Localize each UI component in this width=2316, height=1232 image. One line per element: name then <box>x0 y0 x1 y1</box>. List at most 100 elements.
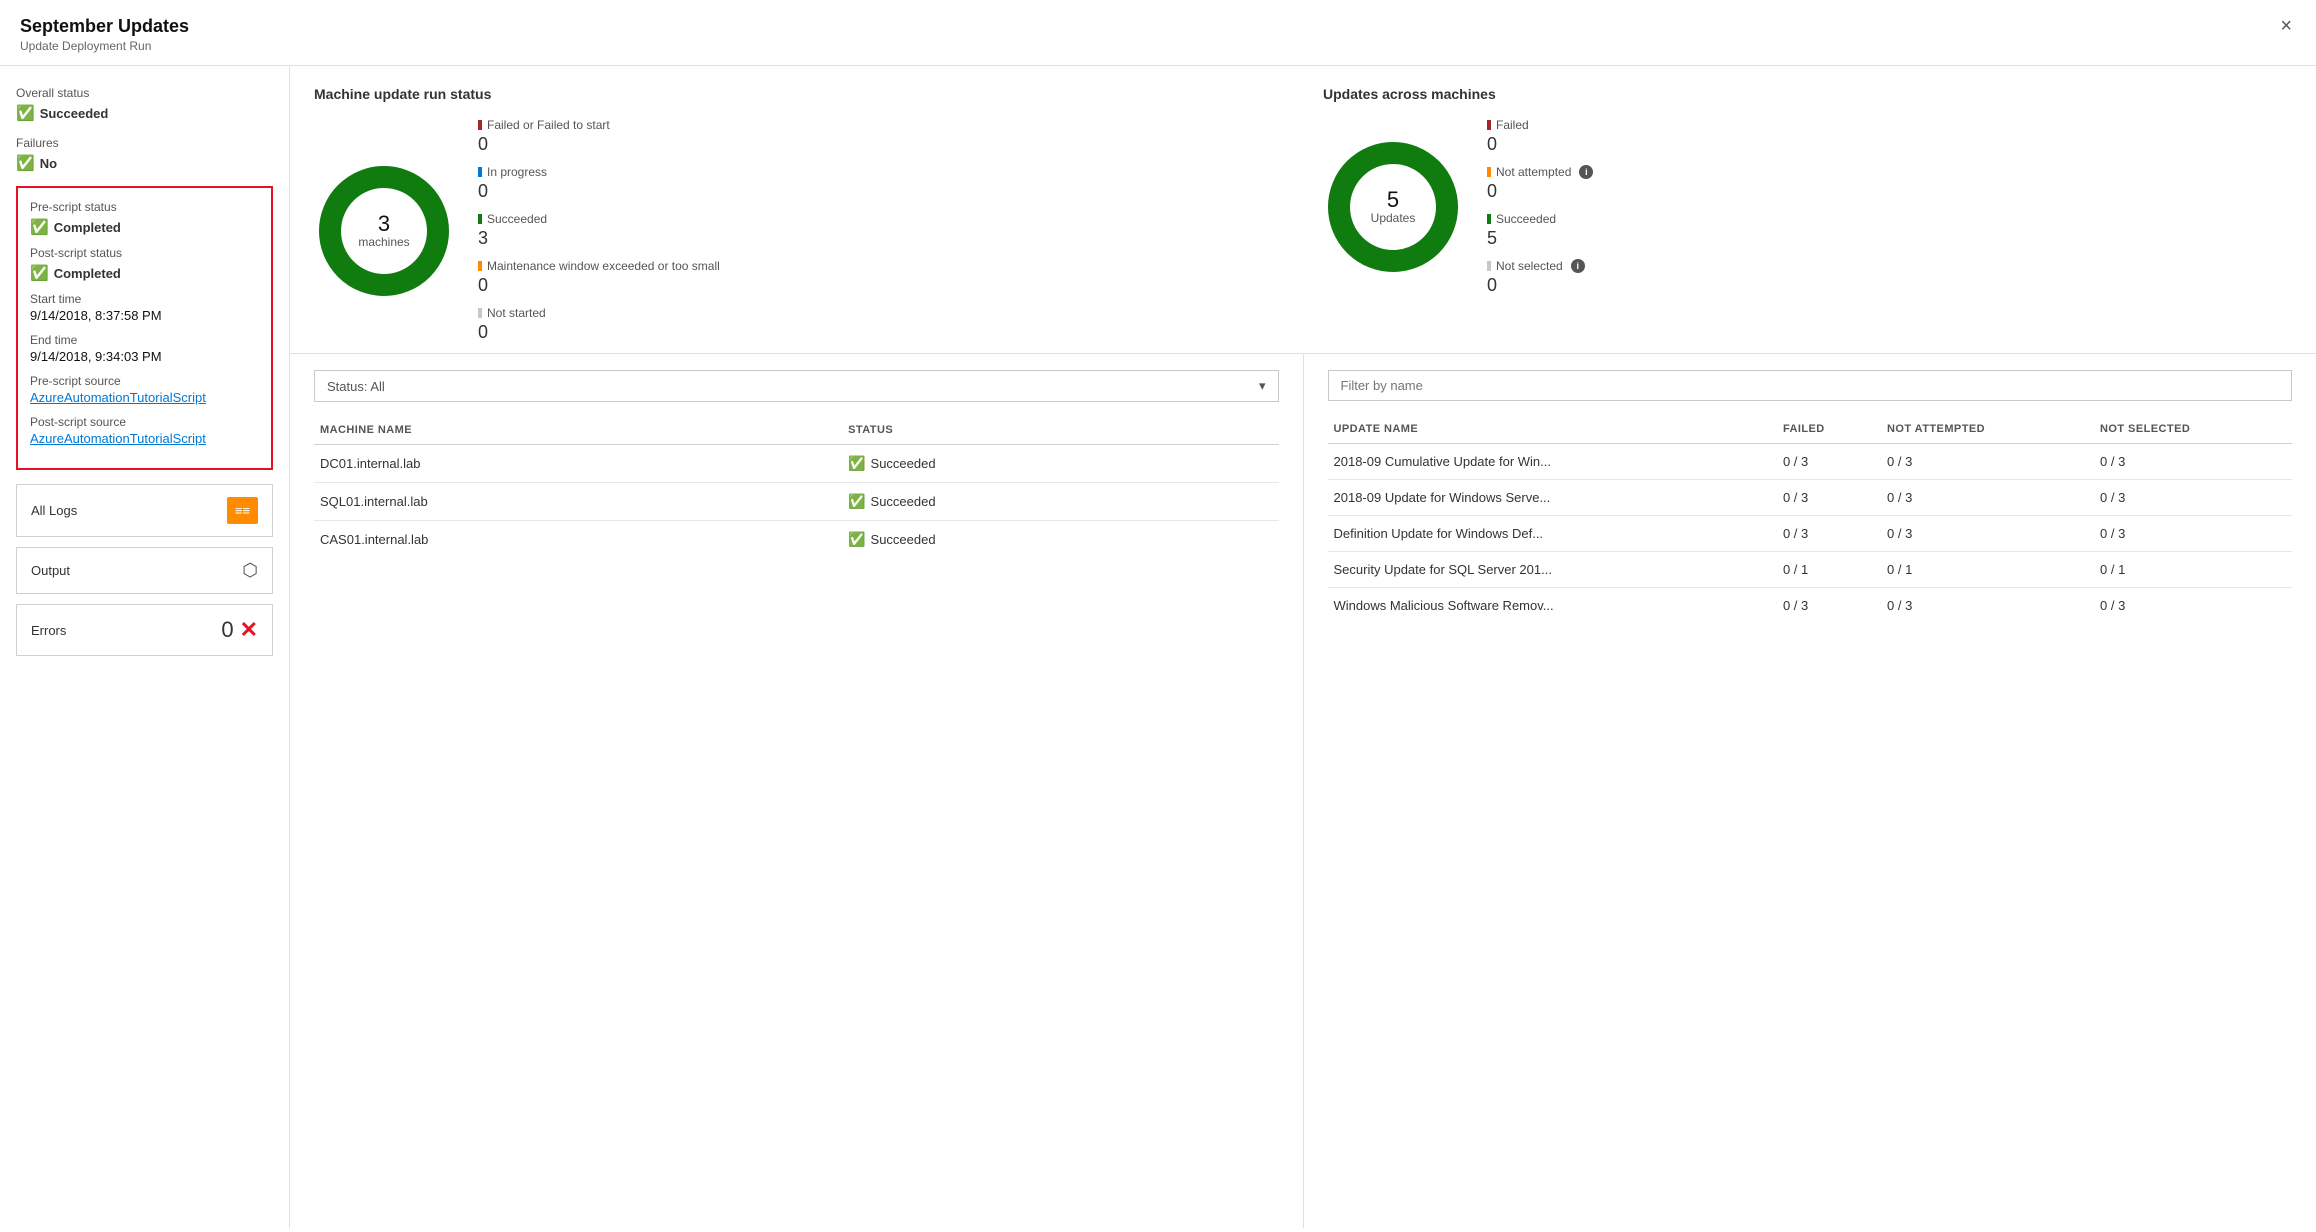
post-script-text: Completed <box>54 266 121 281</box>
legend-item: Not attemptedi 0 <box>1487 165 1593 202</box>
updates-table-col: FAILED <box>1777 415 1881 444</box>
machine-status: ✅ Succeeded <box>842 445 1278 483</box>
legend-label: Not started <box>478 306 720 320</box>
table-row: Security Update for SQL Server 201... 0 … <box>1328 552 2293 588</box>
pre-script-value: ✅ Completed <box>30 218 259 236</box>
legend-item: Succeeded 5 <box>1487 212 1593 249</box>
filter-by-name-input[interactable] <box>1328 370 2293 401</box>
overall-status-label: Overall status <box>16 86 273 100</box>
status-dropdown-label: Status: All <box>327 379 385 394</box>
legend-bar <box>478 308 482 318</box>
legend-label: Maintenance window exceeded or too small <box>478 259 720 273</box>
legend-bar <box>1487 120 1491 130</box>
status-text: Succeeded <box>871 494 936 509</box>
pre-script-status-section: Pre-script status ✅ Completed <box>30 200 259 236</box>
status-text: Succeeded <box>871 456 936 471</box>
legend-item: Not started 0 <box>478 306 720 343</box>
updates-donut: 5 Updates <box>1323 137 1463 277</box>
info-icon[interactable]: i <box>1571 259 1585 273</box>
post-script-source-link[interactable]: AzureAutomationTutorialScript <box>30 431 259 446</box>
updates-table-section: UPDATE NAMEFAILEDNOT ATTEMPTEDNOT SELECT… <box>1303 354 2316 1228</box>
machine-name: DC01.internal.lab <box>314 445 842 483</box>
failures-value: ✅ No <box>16 154 273 172</box>
machine-chart-container: 3 machines Failed or Failed to start 0 I… <box>314 118 1283 343</box>
overall-status-text: Succeeded <box>40 106 109 121</box>
pre-script-source-link[interactable]: AzureAutomationTutorialScript <box>30 390 259 405</box>
legend-label: Succeeded <box>1487 212 1593 226</box>
post-script-label: Post-script status <box>30 246 259 260</box>
update-name: 2018-09 Update for Windows Serve... <box>1328 480 1777 516</box>
table-row: 2018-09 Cumulative Update for Win... 0 /… <box>1328 444 2293 480</box>
machine-name: SQL01.internal.lab <box>314 483 842 521</box>
errors-card[interactable]: Errors 0 ✕ <box>16 604 273 656</box>
update-failed: 0 / 3 <box>1777 444 1881 480</box>
end-time-label: End time <box>30 333 259 347</box>
post-script-value: ✅ Completed <box>30 264 259 282</box>
legend-label: Succeeded <box>478 212 720 226</box>
left-panel: Overall status ✅ Succeeded Failures ✅ No… <box>0 66 290 1228</box>
table-row: 2018-09 Update for Windows Serve... 0 / … <box>1328 480 2293 516</box>
table-row: SQL01.internal.lab ✅ Succeeded <box>314 483 1279 521</box>
legend-value: 0 <box>1487 134 1593 155</box>
table-row: Windows Malicious Software Remov... 0 / … <box>1328 588 2293 624</box>
failures-section: Failures ✅ No <box>16 136 273 172</box>
updates-table-col: NOT SELECTED <box>2094 415 2292 444</box>
legend-label: Failed or Failed to start <box>478 118 720 132</box>
machine-name: CAS01.internal.lab <box>314 521 842 559</box>
update-not-selected: 0 / 3 <box>2094 444 2292 480</box>
all-logs-icon: ≡≡ <box>227 497 258 524</box>
legend-value: 5 <box>1487 228 1593 249</box>
update-failed: 0 / 3 <box>1777 480 1881 516</box>
pre-script-source-row: Pre-script source AzureAutomationTutoria… <box>30 374 259 405</box>
check-icon-post: ✅ <box>30 264 49 282</box>
all-logs-card[interactable]: All Logs ≡≡ <box>16 484 273 537</box>
legend-item: In progress 0 <box>478 165 720 202</box>
updates-chart-title: Updates across machines <box>1323 86 2292 102</box>
end-time-row: End time 9/14/2018, 9:34:03 PM <box>30 333 259 364</box>
legend-value: 0 <box>1487 275 1593 296</box>
pre-script-text: Completed <box>54 220 121 235</box>
machine-chart-title: Machine update run status <box>314 86 1283 102</box>
legend-item: Maintenance window exceeded or too small… <box>478 259 720 296</box>
legend-value: 0 <box>478 275 720 296</box>
output-card[interactable]: Output ⬡ <box>16 547 273 594</box>
update-not-selected: 0 / 3 <box>2094 516 2292 552</box>
page-subtitle: Update Deployment Run <box>20 39 189 53</box>
legend-label: Failed <box>1487 118 1593 132</box>
overall-status-section: Overall status ✅ Succeeded <box>16 86 273 122</box>
tables-row: Status: All ▾ MACHINE NAME STATUS DC01.i… <box>290 354 2316 1228</box>
update-not-attempted: 0 / 3 <box>1881 444 2094 480</box>
legend-bar <box>1487 261 1491 271</box>
updates-donut-svg <box>1323 137 1463 277</box>
update-not-attempted: 0 / 3 <box>1881 516 2094 552</box>
legend-value: 0 <box>478 181 720 202</box>
start-time-label: Start time <box>30 292 259 306</box>
close-button[interactable]: × <box>2276 16 2296 36</box>
modal-body: Overall status ✅ Succeeded Failures ✅ No… <box>0 66 2316 1228</box>
update-not-selected: 0 / 1 <box>2094 552 2292 588</box>
legend-item: Not selectedi 0 <box>1487 259 1593 296</box>
post-script-source-row: Post-script source AzureAutomationTutori… <box>30 415 259 446</box>
errors-label: Errors <box>31 623 66 638</box>
end-time-value: 9/14/2018, 9:34:03 PM <box>30 349 259 364</box>
legend-value: 3 <box>478 228 720 249</box>
legend-item: Failed 0 <box>1487 118 1593 155</box>
check-icon: ✅ <box>848 493 865 510</box>
update-not-selected: 0 / 3 <box>2094 480 2292 516</box>
legend-bar <box>478 167 482 177</box>
update-name: Definition Update for Windows Def... <box>1328 516 1777 552</box>
legend-item: Failed or Failed to start 0 <box>478 118 720 155</box>
update-name: Windows Malicious Software Remov... <box>1328 588 1777 624</box>
updates-table-col: UPDATE NAME <box>1328 415 1777 444</box>
check-icon-pre: ✅ <box>30 218 49 236</box>
status-dropdown[interactable]: Status: All ▾ <box>314 370 1279 402</box>
machine-chart-section: Machine update run status 3 machines <box>314 86 1283 343</box>
failures-label: Failures <box>16 136 273 150</box>
output-label: Output <box>31 563 70 578</box>
start-time-row: Start time 9/14/2018, 8:37:58 PM <box>30 292 259 323</box>
legend-bar <box>1487 214 1491 224</box>
legend-value: 0 <box>478 322 720 343</box>
post-script-source-label: Post-script source <box>30 415 259 429</box>
update-failed: 0 / 3 <box>1777 516 1881 552</box>
info-icon[interactable]: i <box>1579 165 1593 179</box>
